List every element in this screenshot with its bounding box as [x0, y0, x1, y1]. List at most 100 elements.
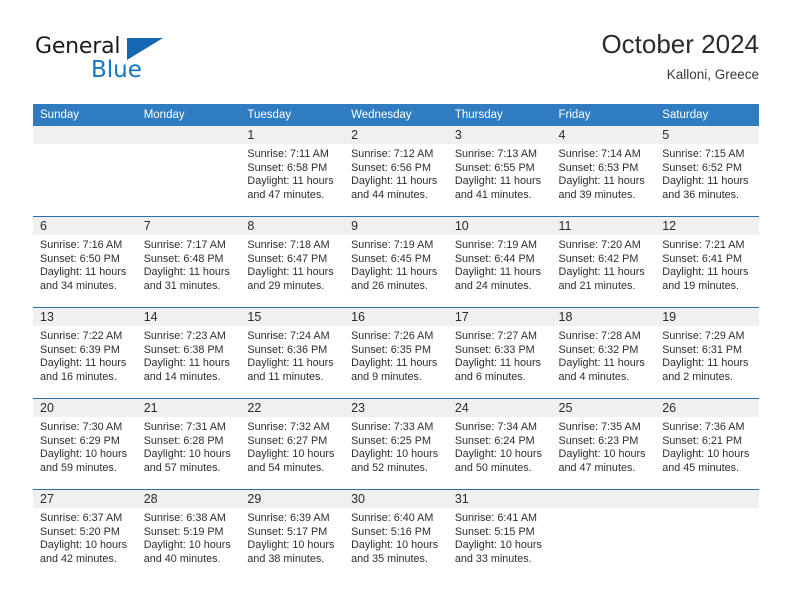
- daylight-text-line2: and 9 minutes.: [351, 370, 422, 383]
- calendar-day-cell[interactable]: 16 Sunrise: 7:26 AM Sunset: 6:35 PM Dayl…: [344, 307, 448, 399]
- calendar-day-cell[interactable]: 7 Sunrise: 7:17 AM Sunset: 6:48 PM Dayli…: [136, 216, 241, 308]
- sunrise-text: Sunrise: 7:13 AM: [454, 148, 538, 160]
- sunset-text: Sunset: 6:58 PM: [247, 161, 328, 174]
- day-details: Sunrise: 7:24 AM Sunset: 6:36 PM Dayligh…: [240, 326, 344, 384]
- sunrise-text: Sunrise: 7:19 AM: [454, 239, 538, 251]
- day-details: Sunrise: 7:27 AM Sunset: 6:33 PM Dayligh…: [448, 326, 552, 384]
- calendar-day-cell[interactable]: 4 Sunrise: 7:14 AM Sunset: 6:53 PM Dayli…: [551, 126, 656, 217]
- calendar-day-cell-empty: [33, 126, 137, 217]
- sunrise-text: Sunrise: 7:36 AM: [662, 421, 745, 433]
- calendar-day-cell[interactable]: 10 Sunrise: 7:19 AM Sunset: 6:44 PM Dayl…: [447, 216, 552, 308]
- day-number: 11: [551, 217, 656, 235]
- daylight-text-line2: and 38 minutes.: [247, 552, 325, 565]
- daylight-text-line2: and 59 minutes.: [40, 461, 117, 474]
- sunset-text: Sunset: 5:17 PM: [247, 525, 328, 538]
- day-number: 20: [33, 399, 137, 417]
- day-number: 5: [655, 126, 759, 144]
- daylight-text-line2: and 4 minutes.: [558, 370, 630, 383]
- day-number: 8: [240, 217, 345, 235]
- day-number: 17: [447, 308, 552, 326]
- weekday-header-wednesday: Wednesday: [344, 104, 448, 126]
- calendar-day-cell[interactable]: 20 Sunrise: 7:30 AM Sunset: 6:29 PM Dayl…: [33, 398, 137, 490]
- calendar-day-cell[interactable]: 21 Sunrise: 7:31 AM Sunset: 6:28 PM Dayl…: [136, 398, 241, 490]
- day-details: Sunrise: 7:23 AM Sunset: 6:38 PM Dayligh…: [137, 326, 241, 384]
- day-number: 24: [447, 399, 552, 417]
- daylight-text-line2: and 33 minutes.: [454, 552, 532, 565]
- calendar-day-cell[interactable]: 24 Sunrise: 7:34 AM Sunset: 6:24 PM Dayl…: [447, 398, 552, 490]
- day-details: Sunrise: 7:29 AM Sunset: 6:31 PM Dayligh…: [655, 326, 759, 384]
- calendar-day-cell[interactable]: 2 Sunrise: 7:12 AM Sunset: 6:56 PM Dayli…: [344, 126, 448, 217]
- sunset-text: Sunset: 6:24 PM: [454, 434, 535, 447]
- sunrise-text: Sunrise: 7:11 AM: [247, 148, 329, 160]
- calendar-day-cell[interactable]: 3 Sunrise: 7:13 AM Sunset: 6:55 PM Dayli…: [447, 126, 552, 217]
- calendar-day-cell[interactable]: 30 Sunrise: 6:40 AM Sunset: 5:16 PM Dayl…: [344, 489, 448, 580]
- daylight-text-line2: and 2 minutes.: [662, 370, 734, 383]
- day-number: 10: [447, 217, 552, 235]
- calendar-day-cell[interactable]: 31 Sunrise: 6:41 AM Sunset: 5:15 PM Dayl…: [447, 489, 552, 580]
- calendar-day-cell[interactable]: 27 Sunrise: 6:37 AM Sunset: 5:20 PM Dayl…: [33, 489, 137, 580]
- day-number: 22: [240, 399, 345, 417]
- day-number: 2: [344, 126, 448, 144]
- calendar-week-row: 20 Sunrise: 7:30 AM Sunset: 6:29 PM Dayl…: [33, 398, 759, 490]
- sunrise-text: Sunrise: 7:16 AM: [40, 239, 123, 251]
- daylight-text-line2: and 41 minutes.: [454, 188, 532, 201]
- calendar-day-cell[interactable]: 18 Sunrise: 7:28 AM Sunset: 6:32 PM Dayl…: [551, 307, 656, 399]
- calendar-day-cell[interactable]: 19 Sunrise: 7:29 AM Sunset: 6:31 PM Dayl…: [655, 307, 759, 399]
- sunset-text: Sunset: 6:25 PM: [351, 434, 431, 447]
- calendar-day-cell[interactable]: 13 Sunrise: 7:22 AM Sunset: 6:39 PM Dayl…: [33, 307, 137, 399]
- daylight-text-line1: Daylight: 10 hours: [558, 448, 646, 461]
- page-title: October 2024: [601, 29, 759, 59]
- sunset-text: Sunset: 6:29 PM: [40, 434, 120, 447]
- day-number: 21: [136, 399, 241, 417]
- calendar-day-cell[interactable]: 14 Sunrise: 7:23 AM Sunset: 6:38 PM Dayl…: [136, 307, 241, 399]
- day-details: [655, 508, 759, 512]
- daylight-text-line1: Daylight: 11 hours: [454, 266, 542, 279]
- calendar-day-cell[interactable]: 28 Sunrise: 6:38 AM Sunset: 5:19 PM Dayl…: [136, 489, 241, 580]
- sunset-text: Sunset: 6:39 PM: [40, 343, 120, 356]
- daylight-text-line1: Daylight: 10 hours: [247, 539, 335, 552]
- day-details: Sunrise: 6:40 AM Sunset: 5:16 PM Dayligh…: [344, 508, 448, 566]
- day-number: 31: [447, 490, 552, 508]
- day-details: Sunrise: 7:15 AM Sunset: 6:52 PM Dayligh…: [655, 144, 759, 202]
- daylight-text-line1: Daylight: 11 hours: [454, 175, 542, 188]
- calendar-day-cell[interactable]: 9 Sunrise: 7:19 AM Sunset: 6:45 PM Dayli…: [344, 216, 448, 308]
- daylight-text-line2: and 45 minutes.: [662, 461, 740, 474]
- daylight-text-line1: Daylight: 11 hours: [558, 266, 645, 279]
- daylight-text-line1: Daylight: 11 hours: [247, 266, 334, 279]
- general-blue-logo[interactable]: General Blue: [33, 30, 183, 92]
- day-number: 1: [240, 126, 345, 144]
- calendar-day-cell[interactable]: 11 Sunrise: 7:20 AM Sunset: 6:42 PM Dayl…: [551, 216, 656, 308]
- daylight-text-line1: Daylight: 11 hours: [247, 175, 334, 188]
- daylight-text-line2: and 54 minutes.: [247, 461, 325, 474]
- calendar-day-cell[interactable]: 6 Sunrise: 7:16 AM Sunset: 6:50 PM Dayli…: [33, 216, 137, 308]
- calendar-day-cell[interactable]: 12 Sunrise: 7:21 AM Sunset: 6:41 PM Dayl…: [655, 216, 759, 308]
- calendar-day-cell-empty: [551, 489, 656, 580]
- calendar-day-cell[interactable]: 1 Sunrise: 7:11 AM Sunset: 6:58 PM Dayli…: [240, 126, 345, 217]
- sunset-text: Sunset: 6:44 PM: [454, 252, 535, 265]
- calendar-day-cell[interactable]: 25 Sunrise: 7:35 AM Sunset: 6:23 PM Dayl…: [551, 398, 656, 490]
- daylight-text-line1: Daylight: 11 hours: [454, 357, 542, 370]
- sunrise-text: Sunrise: 7:12 AM: [351, 148, 434, 160]
- day-number: 18: [551, 308, 656, 326]
- day-details: Sunrise: 7:22 AM Sunset: 6:39 PM Dayligh…: [33, 326, 137, 384]
- sunrise-text: Sunrise: 7:34 AM: [454, 421, 538, 433]
- day-number: 3: [447, 126, 552, 144]
- calendar-day-cell[interactable]: 17 Sunrise: 7:27 AM Sunset: 6:33 PM Dayl…: [447, 307, 552, 399]
- calendar-day-cell[interactable]: 29 Sunrise: 6:39 AM Sunset: 5:17 PM Dayl…: [240, 489, 345, 580]
- sunrise-text: Sunrise: 7:21 AM: [662, 239, 745, 251]
- calendar-day-cell[interactable]: 8 Sunrise: 7:18 AM Sunset: 6:47 PM Dayli…: [240, 216, 345, 308]
- day-details: Sunrise: 6:37 AM Sunset: 5:20 PM Dayligh…: [33, 508, 137, 566]
- day-number: 23: [344, 399, 448, 417]
- sunset-text: Sunset: 6:28 PM: [143, 434, 224, 447]
- daylight-text-line2: and 16 minutes.: [40, 370, 117, 383]
- calendar-day-cell[interactable]: 22 Sunrise: 7:32 AM Sunset: 6:27 PM Dayl…: [240, 398, 345, 490]
- calendar-week-row: 13 Sunrise: 7:22 AM Sunset: 6:39 PM Dayl…: [33, 307, 759, 399]
- calendar-day-cell[interactable]: 26 Sunrise: 7:36 AM Sunset: 6:21 PM Dayl…: [655, 398, 759, 490]
- calendar-day-cell-empty: [136, 126, 241, 217]
- calendar-day-cell[interactable]: 15 Sunrise: 7:24 AM Sunset: 6:36 PM Dayl…: [240, 307, 345, 399]
- calendar-day-cell[interactable]: 5 Sunrise: 7:15 AM Sunset: 6:52 PM Dayli…: [655, 126, 759, 217]
- daylight-text-line1: Daylight: 11 hours: [662, 175, 749, 188]
- day-number: 12: [655, 217, 759, 235]
- sunrise-text: Sunrise: 7:23 AM: [143, 330, 226, 342]
- calendar-day-cell[interactable]: 23 Sunrise: 7:33 AM Sunset: 6:25 PM Dayl…: [344, 398, 448, 490]
